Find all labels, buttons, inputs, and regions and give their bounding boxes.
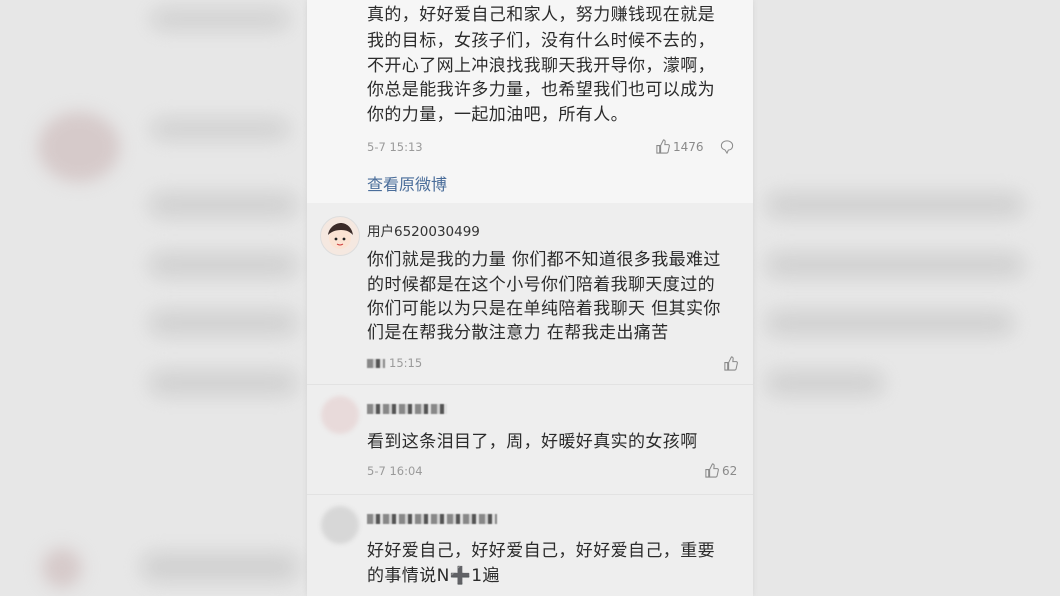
blurred-text (765, 192, 1025, 218)
comment-line: 好好爱自己，好好爱自己，好好爱自己，重要 (367, 541, 715, 561)
post-comment-button[interactable] (719, 139, 735, 154)
blurred-avatar (38, 112, 120, 182)
post-timestamp: 5-7 15:13 (367, 140, 423, 154)
thumbs-up-icon (655, 139, 670, 154)
comment-line: 你们就是我的力量 你们都不知道很多我最难过 (367, 250, 721, 270)
comment-like-button[interactable] (723, 356, 738, 371)
post-line: 我的目标，女孩子们，没有什么时候不去的， (367, 31, 715, 51)
comment-line: 看到这条泪目了，周，好暖好真实的女孩啊 (367, 432, 698, 452)
view-original-link[interactable]: 查看原微博 (367, 171, 447, 195)
comment-username[interactable]: 用户6520030499 (367, 220, 480, 240)
blurred-text (765, 370, 885, 396)
avatar[interactable] (321, 506, 359, 544)
redacted-date (367, 359, 385, 368)
comment-timestamp: 15:15 (389, 356, 423, 370)
like-count: 62 (722, 463, 738, 478)
comment-line: 的事情说N➕1遍 (367, 566, 500, 586)
blurred-avatar (42, 548, 82, 588)
blurred-text (765, 310, 1015, 336)
post-line: 真的，好好爱自己和家人，努力赚钱现在就是 (367, 5, 715, 25)
comment-line: 的时候都是在这个小号你们陪着我聊天度过的 (367, 275, 715, 295)
blurred-text (148, 310, 298, 336)
redacted-username (367, 514, 497, 524)
comment-line: 们是在帮我分散注意力 在帮我走出痛苦 (367, 323, 669, 343)
thumbs-up-icon (723, 356, 738, 371)
blurred-text (148, 192, 298, 218)
blurred-text (148, 370, 298, 396)
blurred-text (150, 118, 290, 140)
original-post: 真的，好好爱自己和家人，努力赚钱现在就是 我的目标，女孩子们，没有什么时候不去的… (307, 0, 753, 203)
comment-timestamp: 5-7 16:04 (367, 464, 423, 478)
blurred-text (765, 252, 1025, 278)
blurred-text (150, 8, 290, 30)
thumbs-up-icon (704, 463, 719, 478)
divider (307, 384, 753, 385)
like-count: 1476 (673, 139, 704, 154)
post-like-button[interactable]: 1476 (655, 139, 704, 154)
post-line: 不开心了网上冲浪找我聊天我开导你，濛啊， (367, 56, 715, 76)
blurred-text (140, 552, 300, 582)
post-line: 你总是能我许多力量，也希望我们也可以成为 (367, 80, 715, 100)
redacted-username (367, 404, 447, 414)
blurred-text (148, 252, 298, 278)
avatar[interactable] (320, 216, 360, 256)
comment-bubble-icon (719, 139, 735, 154)
weibo-comment-screenshot: 真的，好好爱自己和家人，努力赚钱现在就是 我的目标，女孩子们，没有什么时候不去的… (307, 0, 753, 596)
comment-line: 你们可能以为只是在单纯陪着我聊天 但其实你 (367, 299, 721, 319)
comment-like-button[interactable]: 62 (704, 463, 737, 478)
post-line: 你的力量，一起加油吧，所有人。 (367, 105, 628, 125)
divider (307, 494, 753, 495)
avatar[interactable] (321, 396, 359, 434)
